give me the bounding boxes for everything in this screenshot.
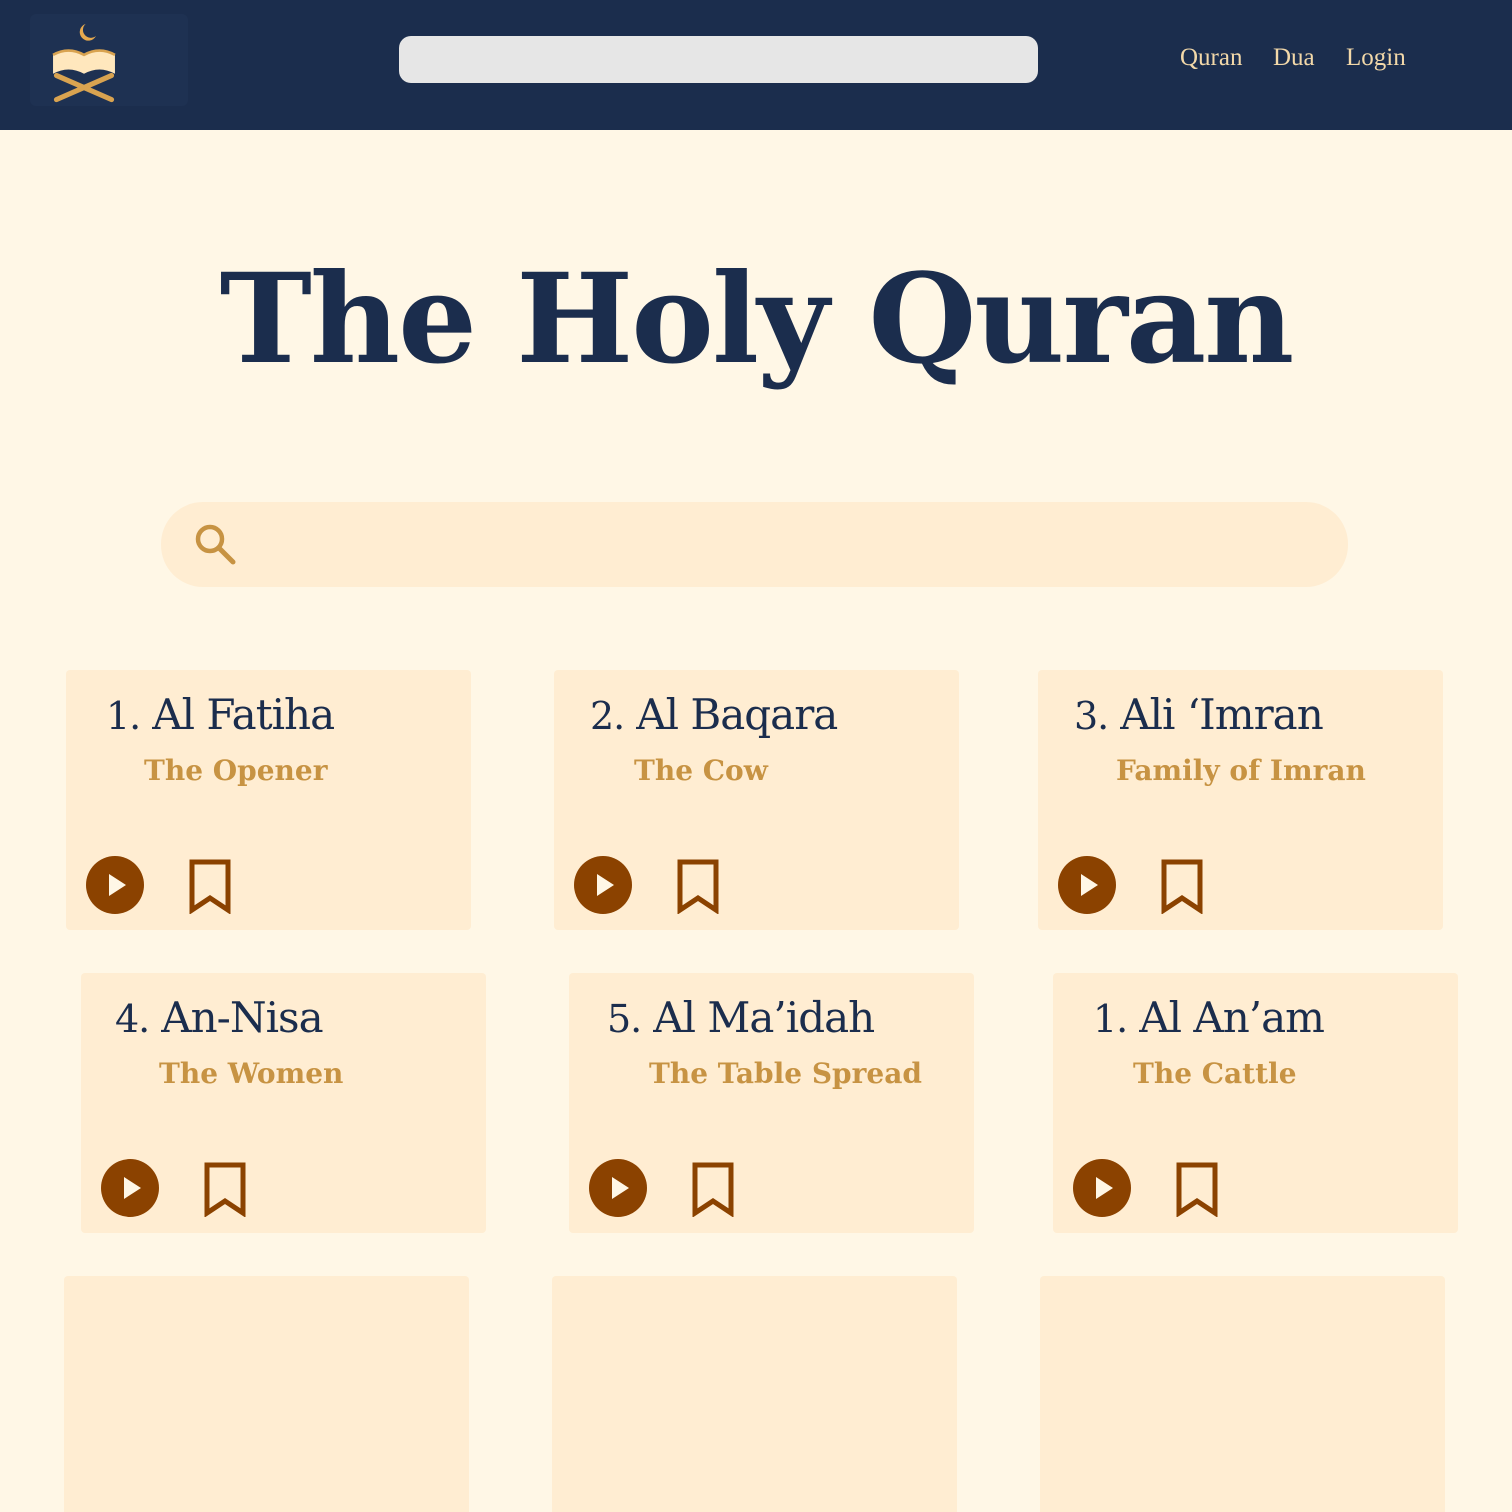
- surah-translation: The Table Spread: [649, 1057, 922, 1090]
- top-navigation-bar: Quran Dua Login: [0, 0, 1512, 130]
- surah-name: Ali ‘Imran: [1120, 690, 1323, 739]
- surah-number: 1.: [1093, 997, 1128, 1041]
- surah-card[interactable]: 4. An-Nisa The Women: [81, 973, 486, 1233]
- page-title: The Holy Quran: [219, 247, 1295, 392]
- surah-number: 2.: [590, 694, 625, 738]
- surah-title: 5. Al Ma’idah: [607, 993, 875, 1042]
- surah-card[interactable]: 2. Al Baqara The Cow: [554, 670, 959, 930]
- surah-card[interactable]: 1. Al Fatiha The Opener: [66, 670, 471, 930]
- play-icon[interactable]: [574, 856, 632, 914]
- surah-translation: The Cattle: [1133, 1057, 1297, 1090]
- surah-name: An-Nisa: [161, 993, 323, 1042]
- nav-dua[interactable]: Dua: [1273, 44, 1315, 72]
- surah-name: Al An’am: [1139, 993, 1325, 1042]
- surah-title: 1. Al Fatiha: [106, 690, 335, 739]
- surah-translation: The Opener: [144, 754, 328, 787]
- surah-title: 4. An-Nisa: [115, 993, 324, 1042]
- surah-card[interactable]: 3. Ali ‘Imran Family of Imran: [1038, 670, 1443, 930]
- quran-book-crescent-icon: [52, 23, 116, 103]
- play-icon[interactable]: [589, 1159, 647, 1217]
- surah-number: 4.: [115, 997, 150, 1041]
- play-icon[interactable]: [1073, 1159, 1131, 1217]
- surah-name: Al Ma’idah: [653, 993, 875, 1042]
- surah-title: 3. Ali ‘Imran: [1074, 690, 1324, 739]
- surah-title: 1. Al An’am: [1093, 993, 1325, 1042]
- surah-card-placeholder: [1040, 1276, 1445, 1512]
- bookmark-icon[interactable]: [674, 858, 722, 914]
- surah-number: 1.: [106, 694, 141, 738]
- surah-translation: The Women: [159, 1057, 344, 1090]
- bookmark-icon[interactable]: [689, 1161, 737, 1217]
- play-icon[interactable]: [86, 856, 144, 914]
- search-icon: [195, 524, 236, 565]
- play-icon[interactable]: [101, 1159, 159, 1217]
- nav-quran[interactable]: Quran: [1180, 44, 1242, 72]
- surah-search-bar[interactable]: [161, 502, 1348, 587]
- surah-card-placeholder: [552, 1276, 957, 1512]
- surah-title: 2. Al Baqara: [590, 690, 838, 739]
- surah-translation: Family of Imran: [1116, 754, 1366, 787]
- surah-number: 3.: [1074, 694, 1109, 738]
- logo[interactable]: [30, 14, 188, 106]
- surah-name: Al Fatiha: [152, 690, 335, 739]
- bookmark-icon[interactable]: [1173, 1161, 1221, 1217]
- surah-name: Al Baqara: [636, 690, 838, 739]
- nav-login[interactable]: Login: [1346, 44, 1406, 72]
- surah-number: 5.: [607, 997, 642, 1041]
- surah-card-placeholder: [64, 1276, 469, 1512]
- bookmark-icon[interactable]: [201, 1161, 249, 1217]
- bookmark-icon[interactable]: [1158, 858, 1206, 914]
- top-search-input[interactable]: [399, 36, 1038, 83]
- surah-card[interactable]: 1. Al An’am The Cattle: [1053, 973, 1458, 1233]
- play-icon[interactable]: [1058, 856, 1116, 914]
- bookmark-icon[interactable]: [186, 858, 234, 914]
- surah-card[interactable]: 5. Al Ma’idah The Table Spread: [569, 973, 974, 1233]
- surah-translation: The Cow: [634, 754, 768, 787]
- search-input[interactable]: [251, 516, 1321, 572]
